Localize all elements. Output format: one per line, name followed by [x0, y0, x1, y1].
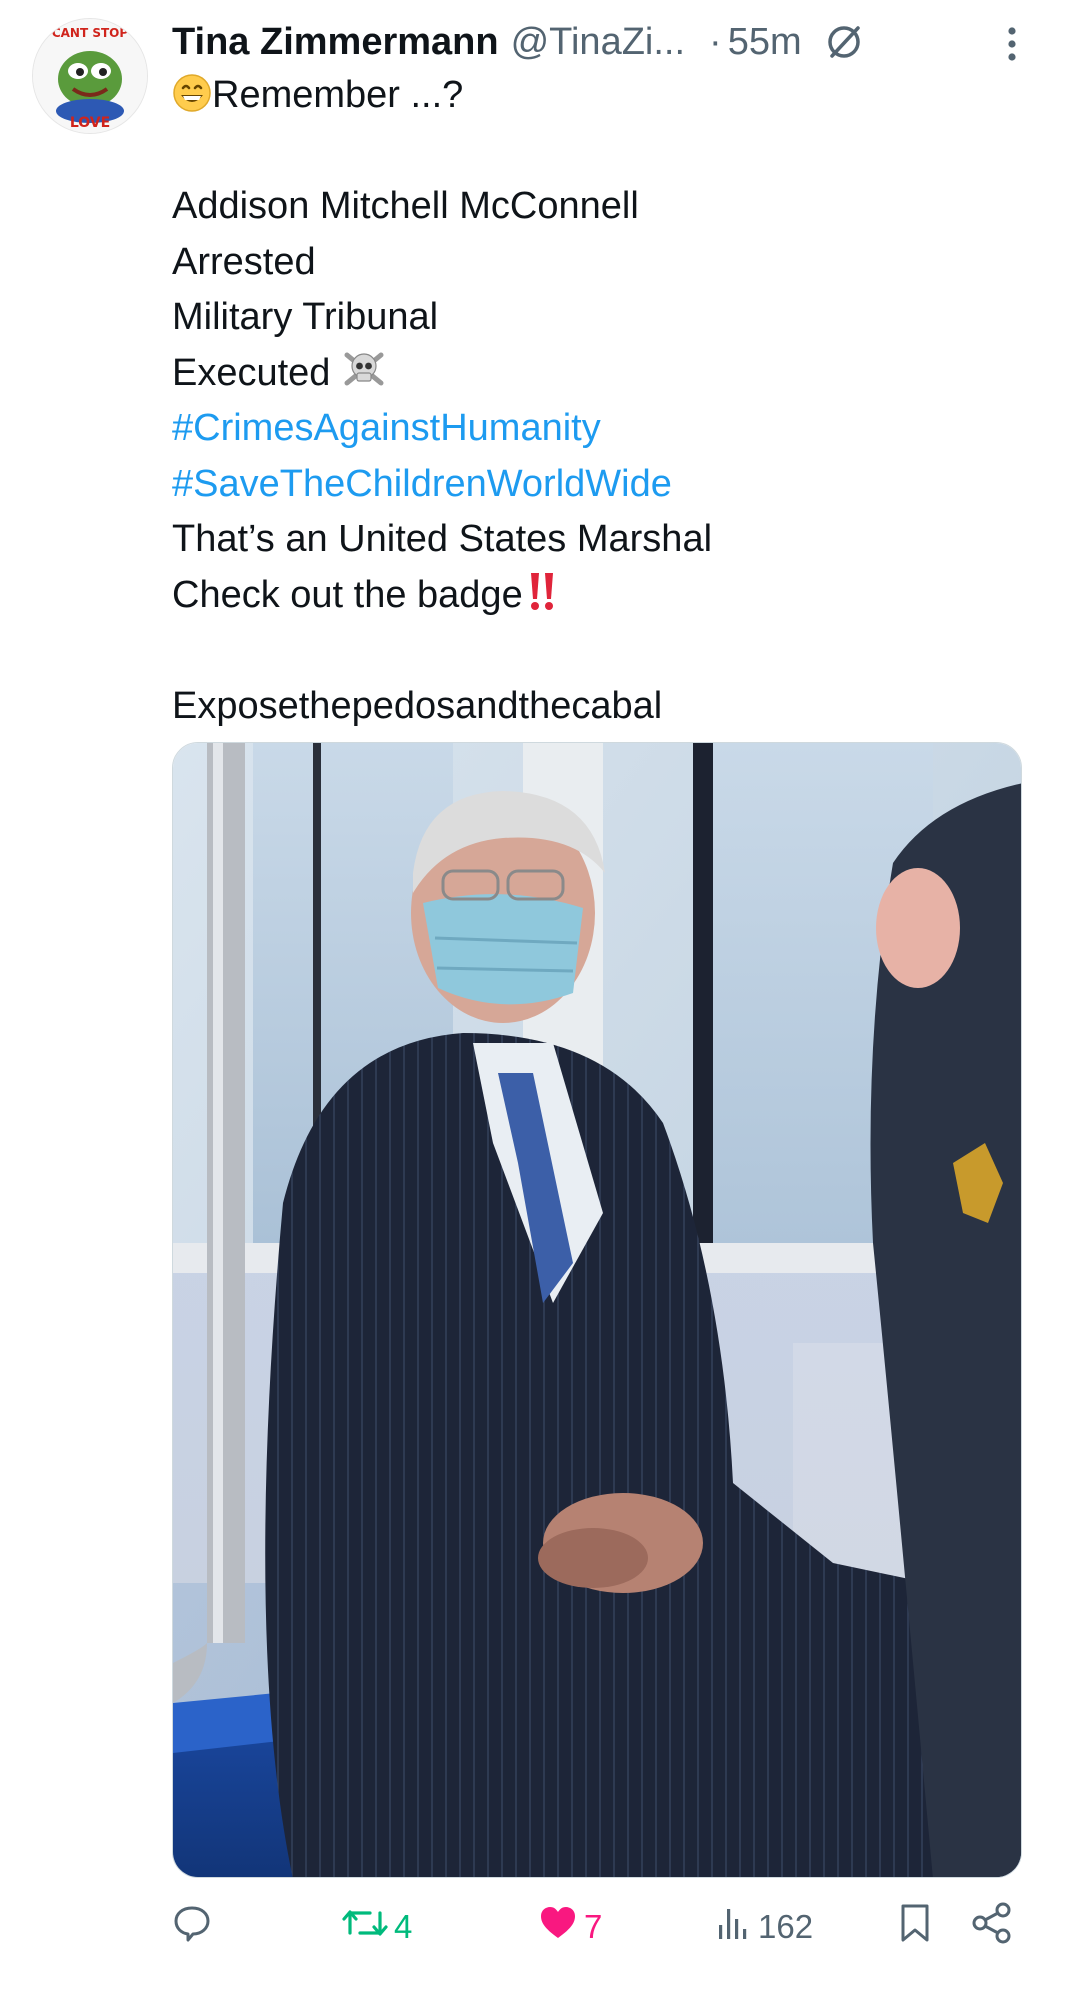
first-line-text: Remember ...? [212, 74, 464, 116]
avatar[interactable]: CANT STOP LOVE [32, 18, 148, 134]
post-text-line: That’s an United States Marshal [172, 518, 713, 560]
share-button[interactable] [970, 1902, 1014, 1952]
slashed-circle-icon [824, 22, 864, 62]
user-handle[interactable]: @TinaZi... [511, 21, 685, 64]
views-icon [716, 1903, 752, 1951]
like-count: 7 [584, 1908, 603, 1945]
reply-button[interactable] [172, 1902, 218, 1952]
post-media-photo[interactable] [172, 742, 1022, 1878]
post-text-line-remember: Remember ...? [172, 68, 1012, 124]
more-options-icon[interactable] [1002, 22, 1022, 66]
bookmark-button[interactable] [898, 1902, 932, 1952]
retweet-button[interactable]: 4 [342, 1902, 412, 1952]
avatar-text-top: CANT STOP [52, 26, 129, 40]
like-button[interactable]: 7 [538, 1902, 602, 1952]
bookmark-icon [898, 1902, 932, 1952]
executed-text: Executed [172, 351, 331, 394]
retweet-icon [342, 1903, 388, 1951]
share-icon [970, 1902, 1014, 1952]
skull-and-crossbones-emoji-icon [341, 347, 387, 408]
avatar-text-bottom: LOVE [70, 115, 110, 131]
post-action-bar: 4 7 162 [172, 1902, 1022, 1952]
post-text-line-badge: Check out the badge [172, 568, 1012, 624]
post-header: Tina Zimmermann @TinaZi... · 55m [172, 14, 1012, 70]
post-text: Remember ...? Addison Mitchell McConnell… [172, 68, 1012, 734]
frog-avatar-icon: CANT STOP LOVE [33, 19, 147, 133]
double-exclamation-emoji-icon [523, 569, 561, 630]
post-text-line: Military Tribunal [172, 296, 439, 338]
post-text-closing: Exposethepedosandthecabal [172, 684, 663, 727]
hashtag-link[interactable]: #CrimesAgainstHumanity [172, 401, 1012, 457]
post-text-line: Arrested [172, 240, 316, 283]
badge-text: Check out the badge [172, 573, 523, 616]
retweet-count: 4 [394, 1908, 413, 1945]
heart-icon [538, 1903, 578, 1951]
views-count: 162 [758, 1908, 814, 1945]
post-text-line-executed: Executed [172, 346, 1012, 402]
views-button[interactable]: 162 [716, 1902, 813, 1952]
display-name[interactable]: Tina Zimmermann [172, 21, 499, 64]
post-timestamp[interactable]: 55m [728, 21, 802, 64]
post-text-line: Addison Mitchell McConnell [172, 185, 639, 227]
photo-of-man-in-face-mask-on-train-icon [173, 743, 1021, 1877]
reply-icon [172, 1903, 212, 1951]
grinning-face-emoji-icon [172, 73, 212, 130]
separator-dot: · [709, 20, 722, 63]
hashtag-link[interactable]: #SaveTheChildrenWorldWide [172, 457, 1012, 513]
